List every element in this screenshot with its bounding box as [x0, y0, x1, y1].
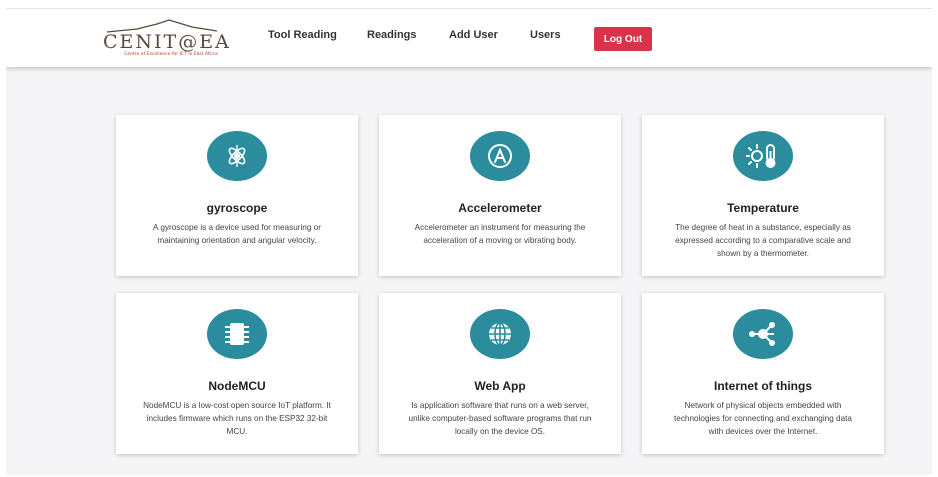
navbar: CENIT@EA Centre of Excellence for ICT in…: [6, 9, 932, 67]
logo-brand: CENIT@EA: [103, 31, 231, 53]
gyroscope-icon: [207, 131, 267, 181]
card-title: gyroscope: [206, 201, 268, 215]
card-gyroscope[interactable]: gyroscope A gyroscope is a device used f…: [116, 115, 358, 276]
card-title: Temperature: [727, 201, 799, 215]
nav-tool-reading[interactable]: Tool Reading: [268, 29, 337, 41]
temperature-icon: [733, 131, 793, 181]
card-title: Internet of things: [714, 379, 812, 393]
card-description: A gyroscope is a device used for measuri…: [153, 223, 321, 245]
globe-icon: [470, 309, 530, 359]
nav-users[interactable]: Users: [530, 29, 561, 41]
card-accelerometer[interactable]: Accelerometer Accelerometer an instrumen…: [379, 115, 621, 276]
card-internet-of-things[interactable]: Internet of things Network of physical o…: [642, 293, 884, 454]
card-description: The degree of heat in a substance, espec…: [675, 223, 851, 258]
microchip-icon: [207, 309, 267, 359]
app-frame: CENIT@EA Centre of Excellence for ICT in…: [6, 8, 932, 475]
card-web-app[interactable]: Web App Is application software that run…: [379, 293, 621, 454]
card-description: NodeMCU is a low-cost open source IoT pl…: [143, 401, 331, 436]
logo[interactable]: CENIT@EA Centre of Excellence for ICT in…: [103, 19, 253, 63]
nav-add-user[interactable]: Add User: [449, 29, 498, 41]
card-title: NodeMCU: [208, 379, 266, 393]
card-description: Network of physical objects embedded wit…: [674, 401, 852, 436]
card-description: Is application software that runs on a w…: [408, 401, 592, 436]
card-title: Web App: [474, 379, 526, 393]
card-description: Accelerometer an instrument for measurin…: [414, 223, 586, 245]
accelerometer-icon: [470, 131, 530, 181]
card-nodemcu[interactable]: NodeMCU NodeMCU is a low-cost open sourc…: [116, 293, 358, 454]
network-icon: [733, 309, 793, 359]
nav-readings[interactable]: Readings: [367, 29, 417, 41]
logout-button[interactable]: Log Out: [594, 27, 652, 51]
card-temperature[interactable]: Temperature The degree of heat in a subs…: [642, 115, 884, 276]
card-title: Accelerometer: [458, 201, 542, 215]
logo-tagline: Centre of Excellence for ICT in East Afr…: [124, 52, 218, 57]
